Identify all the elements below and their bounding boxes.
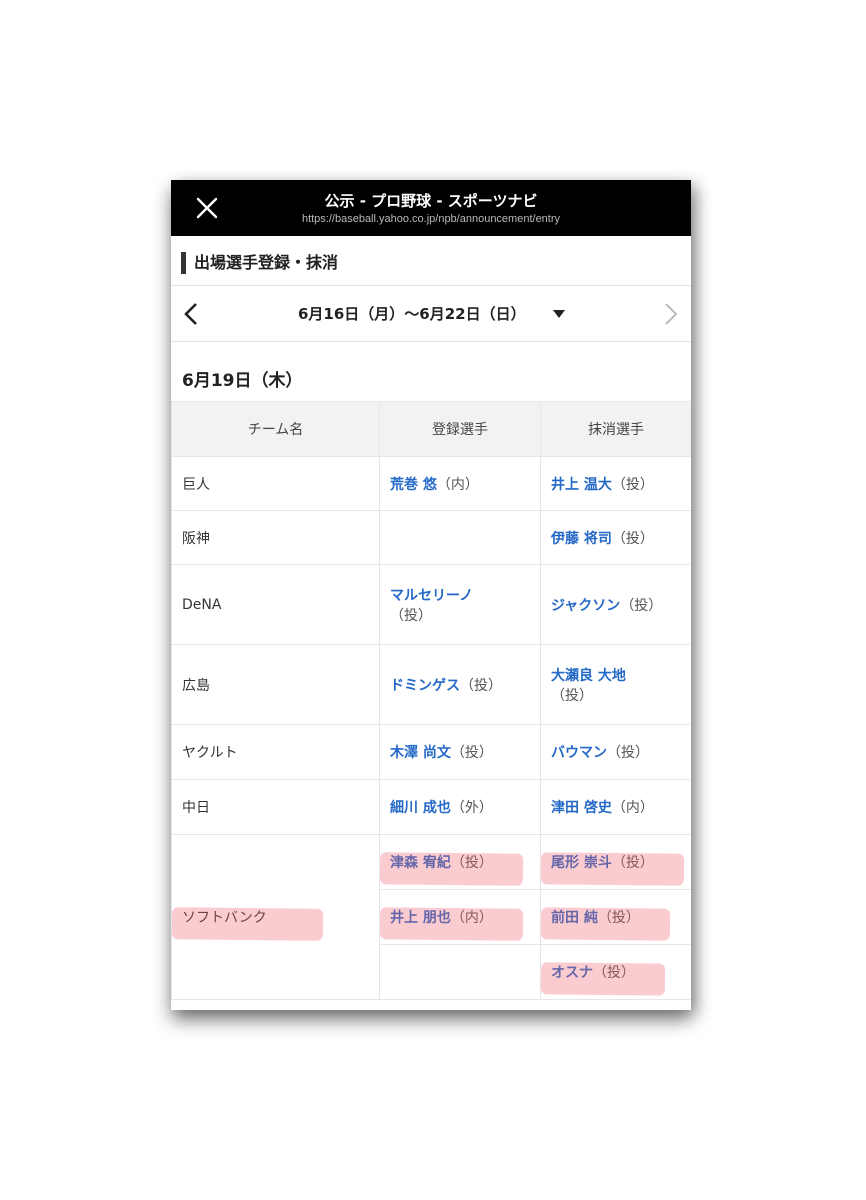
- deregistered-cell: 伊藤 将司（投）: [540, 510, 691, 565]
- player-link[interactable]: バウマン: [551, 745, 607, 761]
- player-position: （投）: [607, 745, 649, 761]
- registered-cell: 荒巻 悠（内）: [379, 456, 541, 511]
- highlighted-entry: 尾形 崇斗（投）: [551, 852, 654, 872]
- team-name: DeNA: [171, 564, 380, 645]
- player-position: （内）: [450, 910, 493, 926]
- player-link[interactable]: 尾形 崇斗: [551, 855, 612, 871]
- player-position: （投）: [450, 745, 493, 761]
- table-row: DeNA マルセリーノ （投） ジャクソン（投）: [171, 564, 691, 645]
- team-name: 阪神: [171, 510, 380, 565]
- player-position: （投）: [450, 855, 493, 871]
- deregistered-cell: オスナ（投）: [540, 944, 691, 1000]
- player-position: （投）: [593, 965, 635, 981]
- header-registered: 登録選手: [379, 401, 541, 457]
- date-range-label[interactable]: 6月16日（月）～6月22日（日）: [298, 303, 526, 324]
- section-heading: 出場選手登録・抹消: [181, 252, 338, 274]
- player-link[interactable]: ドミンゲス: [390, 678, 460, 694]
- player-link[interactable]: マルセリーノ: [390, 588, 473, 604]
- deregistered-cell: 前田 純（投）: [540, 889, 691, 945]
- chevron-left-icon[interactable]: [183, 302, 199, 330]
- player-position: （投）: [390, 607, 432, 624]
- team-name: 中日: [171, 779, 380, 835]
- registered-cell: [379, 944, 541, 1000]
- table-row: 巨人 荒巻 悠（内） 井上 温大（投）: [171, 456, 691, 511]
- deregistered-cell: バウマン（投）: [540, 724, 691, 780]
- header-deregistered: 抹消選手: [540, 401, 691, 457]
- player-position: （投）: [611, 476, 654, 493]
- chevron-right-icon[interactable]: [663, 302, 679, 330]
- team-name: ヤクルト: [171, 724, 380, 780]
- highlighted-entry: 津森 宥紀（投）: [390, 852, 493, 872]
- phone-screenshot: 公示 - プロ野球 - スポーツナビ https://baseball.yaho…: [171, 180, 691, 1010]
- player-link[interactable]: 大瀬良 大地: [551, 668, 626, 684]
- deregistered-cell: 津田 啓史（内）: [540, 779, 691, 835]
- player-position: （外）: [450, 800, 493, 816]
- player-link[interactable]: 伊藤 将司: [551, 531, 612, 547]
- player-position: （投）: [611, 855, 654, 871]
- player-position: （内）: [611, 800, 654, 816]
- team-name: 広島: [171, 644, 380, 725]
- table-row: 広島 ドミンゲス（投） 大瀬良 大地 （投）: [171, 644, 691, 725]
- player-link[interactable]: 細川 成也: [390, 800, 451, 816]
- caret-down-icon[interactable]: [553, 310, 565, 318]
- deregistered-cell: ジャクソン（投）: [540, 564, 691, 645]
- player-link[interactable]: 荒巻 悠: [390, 477, 437, 493]
- player-position: （投）: [597, 910, 640, 926]
- table-row: 阪神 伊藤 将司（投）: [171, 510, 691, 565]
- team-name-cell: ソフトバンク: [171, 834, 380, 1000]
- player-link[interactable]: 前田 純: [551, 910, 598, 926]
- player-position: （投）: [611, 530, 654, 547]
- deregistered-cell: 井上 温大（投）: [540, 456, 691, 511]
- team-name: ソフトバンク: [182, 907, 267, 927]
- registered-cell: 井上 朋也（内）: [379, 889, 541, 945]
- table-row: ヤクルト 木澤 尚文（投） バウマン（投）: [171, 724, 691, 780]
- team-name: 巨人: [171, 456, 380, 511]
- player-position: （投）: [551, 687, 593, 704]
- player-link[interactable]: オスナ: [551, 965, 593, 981]
- header-team: チーム名: [171, 401, 380, 457]
- player-link[interactable]: ジャクソン: [551, 598, 620, 614]
- player-link[interactable]: 井上 朋也: [390, 910, 451, 926]
- player-link[interactable]: 津田 啓史: [551, 800, 612, 816]
- registered-cell: [379, 510, 541, 565]
- date-heading: 6月19日（木）: [182, 371, 303, 391]
- table-row: 中日 細川 成也（外） 津田 啓史（内）: [171, 779, 691, 835]
- player-position: （投）: [620, 597, 663, 614]
- window-title: 公示 - プロ野球 - スポーツナビ: [324, 192, 538, 210]
- table-header-row: チーム名 登録選手 抹消選手: [171, 401, 691, 457]
- player-position: （内）: [436, 476, 479, 493]
- registered-cell: マルセリーノ （投）: [379, 564, 541, 645]
- deregistered-cell: 尾形 崇斗（投）: [540, 834, 691, 890]
- player-position: （投）: [460, 677, 502, 694]
- roster-table: チーム名 登録選手 抹消選手 巨人 荒巻 悠（内） 井上 温大（投） 阪神 伊藤…: [171, 401, 691, 1000]
- table-row: ソフトバンク 津森 宥紀（投） 尾形 崇斗（投）: [171, 834, 691, 1000]
- highlighted-entry: 井上 朋也（内）: [390, 907, 493, 927]
- registered-cell: ドミンゲス（投）: [379, 644, 541, 725]
- player-link[interactable]: 木澤 尚文: [390, 745, 451, 761]
- date-range-nav: 6月16日（月）～6月22日（日）: [171, 285, 691, 342]
- registered-cell: 津森 宥紀（投）: [379, 834, 541, 890]
- registered-cell: 細川 成也（外）: [379, 779, 541, 835]
- close-icon[interactable]: [195, 196, 219, 220]
- window-titlebar: 公示 - プロ野球 - スポーツナビ https://baseball.yaho…: [171, 180, 691, 236]
- player-link[interactable]: 井上 温大: [551, 477, 612, 493]
- highlighted-entry: 前田 純（投）: [551, 907, 640, 927]
- highlighted-entry: オスナ（投）: [551, 962, 635, 982]
- window-url: https://baseball.yahoo.co.jp/npb/announc…: [301, 213, 561, 225]
- deregistered-cell: 大瀬良 大地 （投）: [540, 644, 691, 725]
- registered-cell: 木澤 尚文（投）: [379, 724, 541, 780]
- player-link[interactable]: 津森 宥紀: [390, 855, 451, 871]
